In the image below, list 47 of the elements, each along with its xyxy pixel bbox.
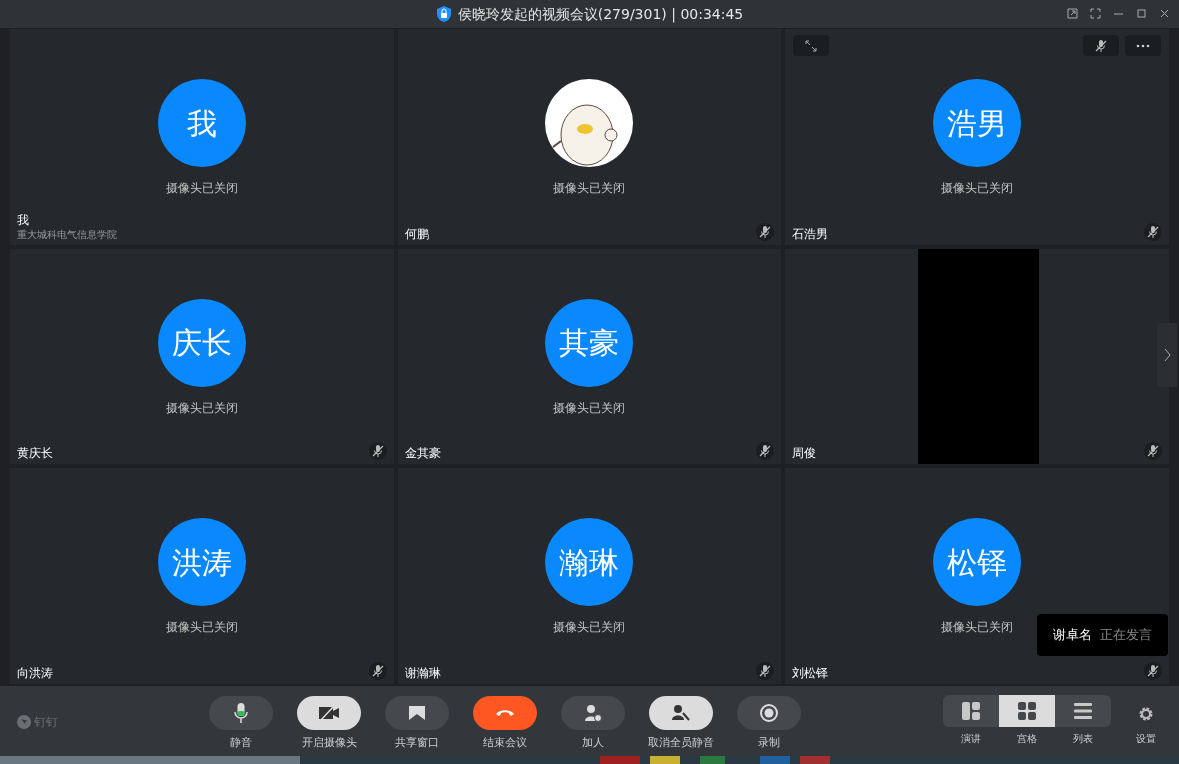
participant-name: 金其豪 bbox=[404, 445, 441, 462]
speaker-status: 正在发言 bbox=[1100, 626, 1152, 645]
participant-name: 黄庆长 bbox=[17, 445, 53, 462]
camera-status: 摄像头已关闭 bbox=[941, 180, 1014, 197]
avatar: 瀚琳 bbox=[545, 518, 634, 607]
toolbar-label: 加人 bbox=[582, 735, 604, 751]
participant-tile[interactable]: 庆长 摄像头已关闭 黄庆长 bbox=[10, 248, 394, 465]
avatar: 松铎 bbox=[933, 518, 1022, 607]
camera-status: 摄像头已关闭 bbox=[165, 399, 238, 417]
participant-name: 刘松铎 bbox=[792, 665, 829, 681]
participant-tile[interactable]: 洪涛 摄像头已关闭 向洪涛 bbox=[10, 468, 394, 684]
camera-status: 摄像头已关闭 bbox=[165, 619, 238, 637]
avatar: 浩男 bbox=[933, 79, 1022, 167]
participant-name: 周俊 bbox=[792, 445, 817, 462]
avatar: 洪涛 bbox=[157, 518, 246, 607]
toolbar-label: 静音 bbox=[230, 735, 252, 751]
avatar: 庆长 bbox=[157, 298, 246, 387]
speaker-name: 谢卓名 bbox=[1053, 626, 1092, 645]
toolbar-label: 录制 bbox=[758, 735, 780, 751]
participant-tile[interactable]: 其豪 摄像头已关闭 金其豪 bbox=[397, 248, 782, 465]
participant-name: 向洪涛 bbox=[17, 665, 53, 681]
view-label: 列表 bbox=[1072, 732, 1094, 746]
participant-tile[interactable]: 摄像头已关闭 何鹏 bbox=[397, 29, 782, 245]
toolbar-label: 共享窗口 bbox=[395, 735, 439, 751]
camera-status: 摄像头已关闭 bbox=[941, 619, 1014, 637]
participant-tile[interactable]: 周俊 bbox=[785, 248, 1169, 465]
participant-tile[interactable]: 浩男 摄像头已关闭 石浩男 bbox=[785, 29, 1169, 245]
camera-status: 摄像头已关闭 bbox=[553, 619, 626, 637]
settings-label: 设置 bbox=[1136, 732, 1156, 746]
toolbar-label: 开启摄像头 bbox=[301, 735, 357, 751]
camera-status: 摄像头已关闭 bbox=[165, 180, 238, 197]
view-label: 宫格 bbox=[1016, 732, 1038, 746]
participant-organization: 重大城科电气信息学院 bbox=[17, 227, 117, 242]
participant-tile[interactable]: 瀚琳 摄像头已关闭 谢瀚琳 bbox=[397, 468, 782, 684]
participant-name: 何鹏 bbox=[404, 225, 429, 242]
participant-name: 石浩男 bbox=[792, 225, 829, 242]
avatar: 我 bbox=[157, 79, 246, 167]
participant-tile[interactable]: 我 摄像头已关闭 我 重大城科电气信息学院 bbox=[10, 29, 394, 245]
participant-name: 谢瀚琳 bbox=[404, 665, 441, 681]
window-title: 侯晓玲发起的视频会议(279/301) | 00:34:45 bbox=[457, 4, 744, 25]
toolbar-label: 结束会议 bbox=[483, 735, 527, 751]
participant-name: 我 bbox=[17, 211, 30, 228]
toolbar-label: 取消全员静音 bbox=[648, 735, 714, 751]
view-label: 演讲 bbox=[960, 732, 982, 746]
camera-status: 摄像头已关闭 bbox=[553, 180, 626, 197]
avatar: 其豪 bbox=[545, 298, 634, 387]
camera-status: 摄像头已关闭 bbox=[553, 399, 626, 417]
